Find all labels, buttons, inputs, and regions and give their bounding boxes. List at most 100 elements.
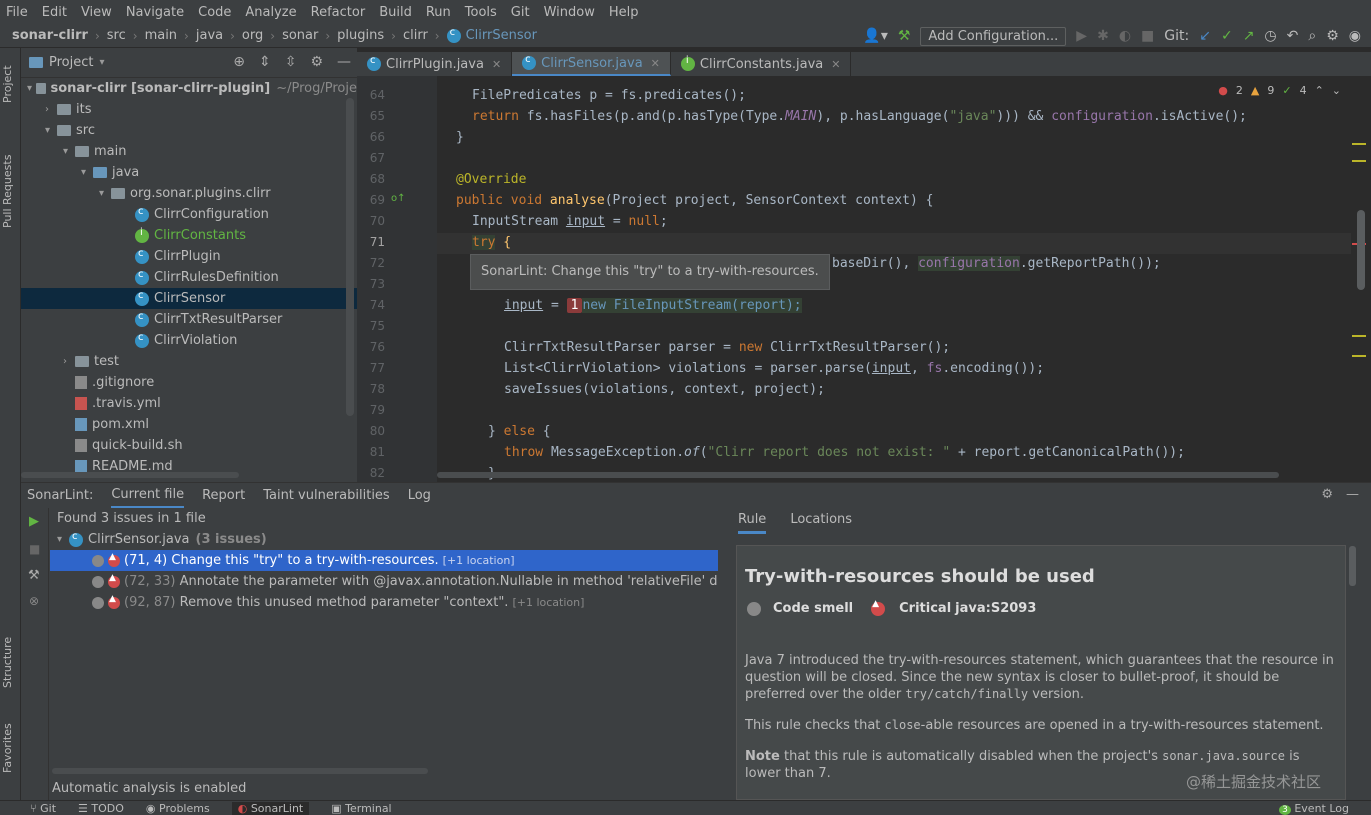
gear-icon[interactable]: ⚙: [310, 54, 323, 70]
event-log-button[interactable]: 3 Event Log: [1279, 802, 1349, 815]
sonarlint-tool-button[interactable]: ◐ SonarLint: [231, 801, 310, 815]
tree-item-root[interactable]: ▾ sonar-clirr [sonar-clirr-plugin] ~/Prog/…: [21, 78, 357, 99]
git-push-icon[interactable]: ↗: [1243, 28, 1255, 44]
editor-scrollbar[interactable]: [1357, 210, 1365, 290]
tree-item-class[interactable]: ClirrConfiguration: [21, 204, 357, 225]
menu-edit[interactable]: Edit: [42, 5, 67, 20]
git-update-icon[interactable]: ↙: [1199, 28, 1211, 44]
coverage-icon[interactable]: ◐: [1119, 28, 1131, 44]
tree-item-class[interactable]: ClirrPlugin: [21, 246, 357, 267]
tree-item-file[interactable]: pom.xml: [21, 414, 357, 435]
menu-run[interactable]: Run: [426, 5, 451, 20]
issue-row[interactable]: (92, 87) Remove this unused method param…: [50, 592, 584, 613]
settings-icon[interactable]: ⚙: [1326, 28, 1339, 44]
project-hscrollbar[interactable]: [21, 472, 239, 478]
breadcrumb-item[interactable]: clirr: [403, 28, 428, 43]
issues-hscrollbar[interactable]: [52, 768, 428, 774]
tree-item-class[interactable]: ClirrViolation: [21, 330, 357, 351]
git-tool-button[interactable]: ⑂ Git: [30, 802, 56, 815]
problems-tool-button[interactable]: ◉ Problems: [146, 802, 210, 815]
tree-item-file[interactable]: quick-build.sh: [21, 435, 357, 456]
run-icon[interactable]: ▶: [1076, 28, 1087, 44]
hide-icon[interactable]: —: [337, 54, 351, 70]
expand-all-icon[interactable]: ⇕: [259, 54, 271, 70]
stop-icon[interactable]: ■: [29, 542, 40, 556]
pull-requests-tool-tab[interactable]: Pull Requests: [1, 138, 19, 228]
file-node[interactable]: ▾ClirrSensor.java(3 issues): [57, 529, 267, 550]
breadcrumb-item[interactable]: org: [242, 28, 263, 43]
tree-item-file[interactable]: .gitignore: [21, 372, 357, 393]
tree-item-package[interactable]: ▾ org.sonar.plugins.clirr: [21, 183, 357, 204]
update-icon[interactable]: ◉: [1349, 28, 1361, 44]
tree-item-interface[interactable]: ClirrConstants: [21, 225, 357, 246]
revert-icon[interactable]: ↶: [1287, 28, 1299, 44]
menu-help[interactable]: Help: [609, 5, 639, 20]
menu-build[interactable]: Build: [379, 5, 412, 20]
favorites-tool-tab[interactable]: Favorites: [1, 718, 19, 773]
tree-item-class[interactable]: ClirrTxtResultParser: [21, 309, 357, 330]
structure-tool-tab[interactable]: Structure: [1, 628, 19, 688]
tab-clirrplugin[interactable]: ClirrPlugin.java✕: [357, 52, 513, 76]
user-icon[interactable]: 👤▾: [863, 28, 887, 44]
tree-item-class-selected[interactable]: ClirrSensor: [21, 288, 357, 309]
gear-icon[interactable]: ⚙: [1321, 487, 1333, 502]
menu-analyze[interactable]: Analyze: [245, 5, 296, 20]
menu-navigate[interactable]: Navigate: [126, 5, 184, 20]
tree-item-main[interactable]: ▾ main: [21, 141, 357, 162]
code-line-80: } else {: [488, 424, 551, 439]
issue-row[interactable]: (72, 33) Annotate the parameter with @ja…: [50, 571, 718, 592]
tab-clirrsensor[interactable]: ClirrSensor.java✕: [512, 52, 671, 76]
todo-tool-button[interactable]: ☰ TODO: [78, 802, 124, 815]
breadcrumb-item[interactable]: main: [145, 28, 177, 43]
editor-inspection-status[interactable]: ● 2 ▲ 9 ✓ 4 ⌃ ⌄: [1218, 84, 1341, 97]
tab-taint-vulnerabilities[interactable]: Taint vulnerabilities: [263, 484, 390, 507]
project-scrollbar[interactable]: [346, 98, 354, 416]
breadcrumb-item[interactable]: java: [196, 28, 223, 43]
tree-item-src[interactable]: ▾ src: [21, 120, 357, 141]
debug-icon[interactable]: ✱: [1097, 28, 1109, 44]
search-icon[interactable]: ⌕: [1308, 28, 1316, 44]
breadcrumb-item[interactable]: src: [107, 28, 126, 43]
menu-tools[interactable]: Tools: [465, 5, 497, 20]
tab-log[interactable]: Log: [408, 484, 431, 507]
history-icon[interactable]: ◷: [1264, 28, 1276, 44]
terminal-tool-button[interactable]: ▣ Terminal: [331, 802, 391, 815]
tree-item-java[interactable]: ▾ java: [21, 162, 357, 183]
menu-window[interactable]: Window: [544, 5, 595, 20]
breadcrumb-item[interactable]: sonar-clirr: [12, 28, 88, 43]
project-panel-title[interactable]: Project: [49, 55, 93, 70]
breadcrumb-item[interactable]: sonar: [282, 28, 318, 43]
tab-rule[interactable]: Rule: [738, 512, 767, 534]
tree-item-test[interactable]: › test: [21, 351, 357, 372]
menu-refactor[interactable]: Refactor: [311, 5, 366, 20]
tab-clirrconstants[interactable]: ClirrConstants.java✕: [671, 52, 852, 76]
stop-icon[interactable]: ■: [1141, 28, 1154, 44]
breadcrumb-item[interactable]: plugins: [337, 28, 384, 43]
menu-code[interactable]: Code: [198, 5, 231, 20]
menu-file[interactable]: File: [6, 5, 28, 20]
rule-scrollbar[interactable]: [1349, 546, 1356, 586]
tree-item-its[interactable]: › its: [21, 99, 357, 120]
hide-icon[interactable]: —: [1346, 487, 1359, 502]
rules-icon[interactable]: ⊗: [29, 594, 39, 608]
chevron-down-icon[interactable]: ▾: [99, 57, 104, 68]
tree-item-file[interactable]: .travis.yml: [21, 393, 357, 414]
tab-report[interactable]: Report: [202, 484, 245, 507]
override-gutter-icon[interactable]: o↑: [391, 193, 406, 204]
menu-view[interactable]: View: [81, 5, 112, 20]
breadcrumb-item[interactable]: ClirrSensor: [466, 28, 537, 43]
analyze-run-icon[interactable]: ▶: [29, 514, 39, 529]
locate-icon[interactable]: ⊕: [233, 54, 245, 70]
tab-current-file[interactable]: Current file: [111, 483, 185, 509]
issue-row-selected[interactable]: (71, 4) Change this "try" to a try-with-…: [50, 550, 718, 571]
build-hammer-icon[interactable]: ⚒: [898, 28, 911, 44]
git-commit-icon[interactable]: ✓: [1221, 28, 1233, 44]
collapse-all-icon[interactable]: ⇳: [285, 54, 297, 70]
tree-item-class[interactable]: ClirrRulesDefinition: [21, 267, 357, 288]
menu-git[interactable]: Git: [511, 5, 530, 20]
project-tool-tab[interactable]: Project: [1, 58, 19, 103]
editor-hscrollbar[interactable]: [437, 472, 1279, 478]
tab-locations[interactable]: Locations: [790, 512, 852, 534]
tools-icon[interactable]: ⚒: [28, 568, 40, 583]
add-configuration-button[interactable]: Add Configuration...: [920, 26, 1067, 46]
